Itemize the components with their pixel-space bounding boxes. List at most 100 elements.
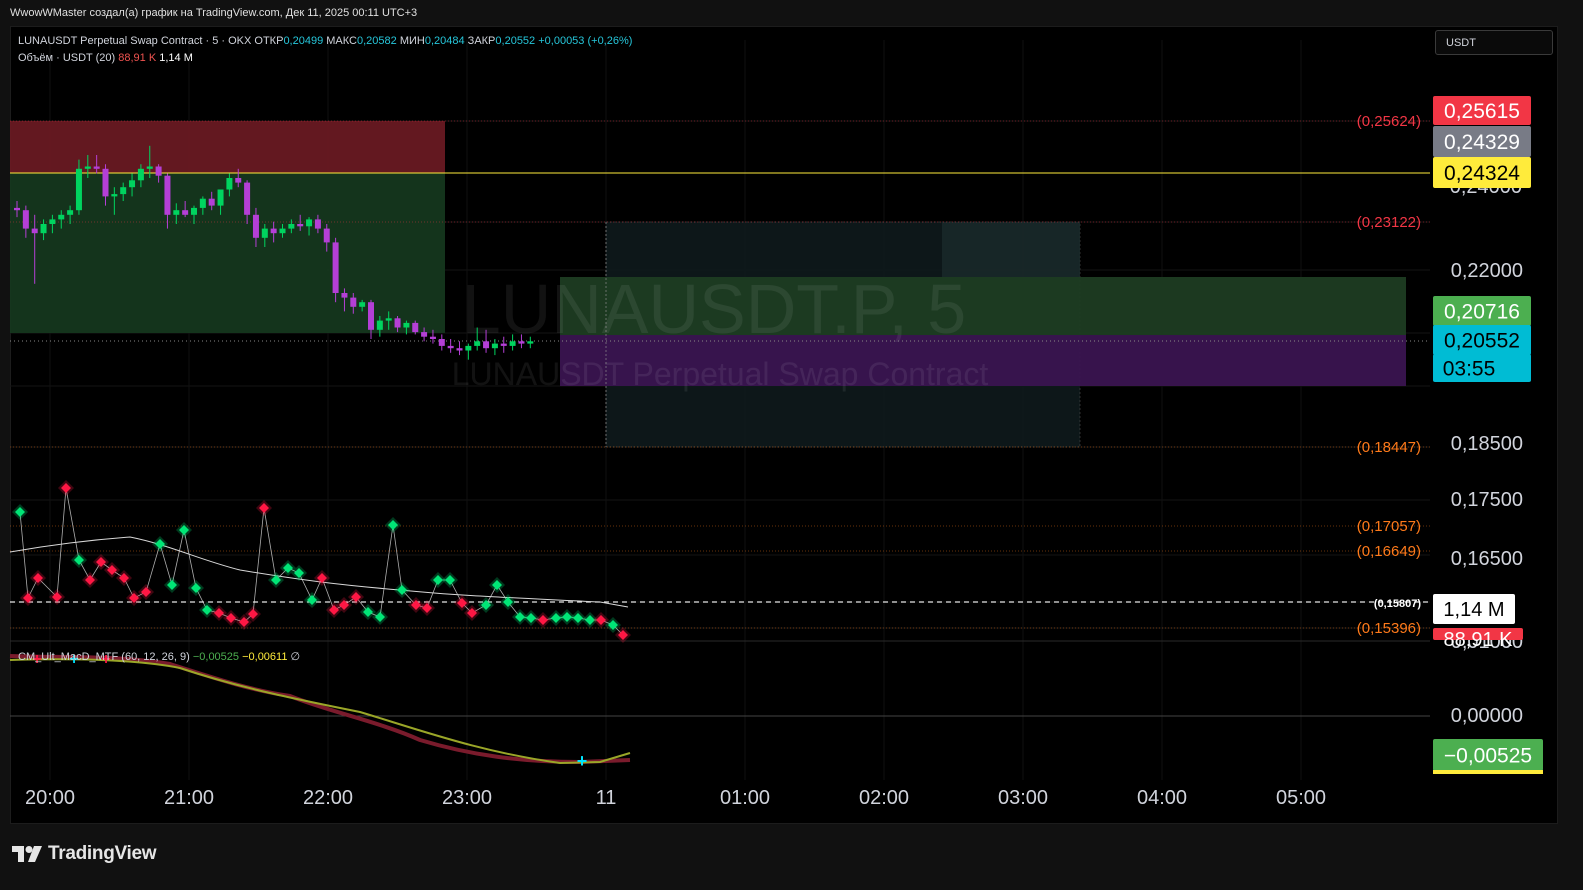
volume-value-1: 88,91 K xyxy=(118,52,157,64)
candle-body xyxy=(199,198,206,208)
indicator-value-1: −0,00525 xyxy=(192,651,240,663)
candle-body xyxy=(235,178,242,183)
x-axis-label: 23:00 xyxy=(442,787,492,809)
tradingview-logo-icon xyxy=(12,846,42,862)
macd-cross-marker: + xyxy=(577,751,588,771)
candle-body xyxy=(31,228,38,234)
oscillator-signal-line xyxy=(9,536,629,608)
price-badge-text: 0,20716 xyxy=(1444,301,1520,324)
candle-body xyxy=(208,198,215,206)
candle-body xyxy=(456,348,463,351)
x-axis-label: 03:00 xyxy=(998,787,1048,809)
currency-selector[interactable]: USDT xyxy=(1435,30,1553,55)
tradingview-logo[interactable]: TradingView xyxy=(12,843,157,865)
level-label: (0,15396) xyxy=(1357,620,1421,637)
watermark-subtitle: LUNAUSDT Perpetual Swap Contract xyxy=(452,356,989,392)
indicator-label: CM_Ult_MacD_MTF (60, 12, 26, 9) xyxy=(18,651,190,663)
x-axis-label: 22:00 xyxy=(303,787,353,809)
candle-body xyxy=(376,320,383,330)
level-label: (0,15807) xyxy=(1374,598,1421,610)
open-value: 0,20499 xyxy=(283,35,324,47)
candle-body xyxy=(217,189,224,206)
projection-box-top xyxy=(942,222,1080,277)
bottom-bar xyxy=(0,826,1583,890)
candle-body xyxy=(509,341,516,346)
level-label: (0,23122) xyxy=(1357,214,1421,231)
demand-zone xyxy=(10,173,445,333)
indicator-value-2: −0,00611 xyxy=(242,651,288,663)
candle-body xyxy=(438,339,445,346)
candle-body xyxy=(182,210,189,215)
candle-body xyxy=(429,336,436,339)
candle-body xyxy=(474,341,481,346)
macd-signal-line xyxy=(9,658,631,765)
price-badge-text: 88,91 K xyxy=(1444,629,1514,651)
high-label: МАКС xyxy=(326,35,357,47)
candle-body xyxy=(173,210,180,215)
candle-body xyxy=(164,175,171,215)
candle-body xyxy=(93,166,100,169)
level-label: (0,18447) xyxy=(1357,439,1421,456)
candle-body xyxy=(49,219,56,224)
price-badge-text: 0,20552 xyxy=(1444,330,1520,353)
change-value: +0,00053 (+0,26%) xyxy=(538,35,633,47)
price-axis-tick: 0,22000 xyxy=(1451,260,1523,282)
volume-label: Объём · USDT (20) xyxy=(18,52,116,64)
price-badge-text: 0,24329 xyxy=(1444,131,1520,154)
x-axis-label: 11 xyxy=(596,787,617,809)
candle-body xyxy=(120,187,127,195)
candle-body xyxy=(332,242,339,293)
low-label: МИН xyxy=(399,35,425,47)
candle-body xyxy=(385,318,392,321)
brand-name: TradingView xyxy=(48,843,157,864)
price-badge-text: 0,25615 xyxy=(1444,100,1520,123)
macd-histogram-line xyxy=(9,654,631,765)
price-badge-text: −0,00525 xyxy=(1444,745,1532,768)
level-label: (0,17057) xyxy=(1357,518,1421,535)
price-badge-text: 03:55 xyxy=(1443,358,1496,381)
symbol-legend: LUNAUSDT Perpetual Swap Contract · 5 · O… xyxy=(18,35,632,47)
candle-body xyxy=(412,322,419,333)
candle-body xyxy=(323,228,330,243)
candle-body xyxy=(14,207,20,211)
macd-signal-badge xyxy=(1433,770,1543,774)
watermark-title: LUNAUSDT.P, 5 xyxy=(462,270,966,348)
candle-body xyxy=(518,341,525,344)
candle-body xyxy=(191,207,197,215)
candle-body xyxy=(84,166,91,169)
candle-body xyxy=(394,318,401,328)
close-label: ЗАКР xyxy=(467,35,496,47)
candle-body xyxy=(447,345,454,349)
level-label: (0,25624) xyxy=(1357,113,1421,130)
candle-body xyxy=(261,228,268,238)
volume-legend: Объём · USDT (20) 88,91 K 1,14 M xyxy=(18,52,193,64)
candle-body xyxy=(306,219,313,227)
price-badge-text: 1,14 M xyxy=(1443,599,1504,621)
x-axis-label: 02:00 xyxy=(859,787,909,809)
candle-body xyxy=(403,322,410,328)
candle-body xyxy=(288,224,295,229)
candle-body xyxy=(75,168,82,211)
candle-body xyxy=(350,297,357,307)
candle-body xyxy=(279,228,286,234)
supply-zone xyxy=(10,121,445,173)
indicator-value-3: ∅ xyxy=(290,651,301,663)
chart-svg[interactable]: LUNAUSDT.P, 5 LUNAUSDT Perpetual Swap Con… xyxy=(0,0,1583,890)
candle-body xyxy=(102,168,109,197)
candle-body xyxy=(129,180,136,188)
candle-body xyxy=(368,302,374,330)
candle-body xyxy=(58,214,65,220)
open-label: ОТКР xyxy=(254,35,284,47)
candle-body xyxy=(527,341,534,344)
candle-body xyxy=(244,182,251,215)
candle-body xyxy=(67,210,74,215)
candle-body xyxy=(270,228,277,234)
candle-body xyxy=(483,341,490,349)
close-value: 0,20552 xyxy=(495,35,536,47)
candle-body xyxy=(491,343,498,349)
candle-body xyxy=(500,343,507,346)
macd-axis-tick: 0,00000 xyxy=(1451,705,1523,727)
candle-body xyxy=(146,166,153,169)
x-axis-label: 21:00 xyxy=(164,787,214,809)
indicator-legend: CM_Ult_MacD_MTF (60, 12, 26, 9) −0,00525… xyxy=(18,650,300,663)
